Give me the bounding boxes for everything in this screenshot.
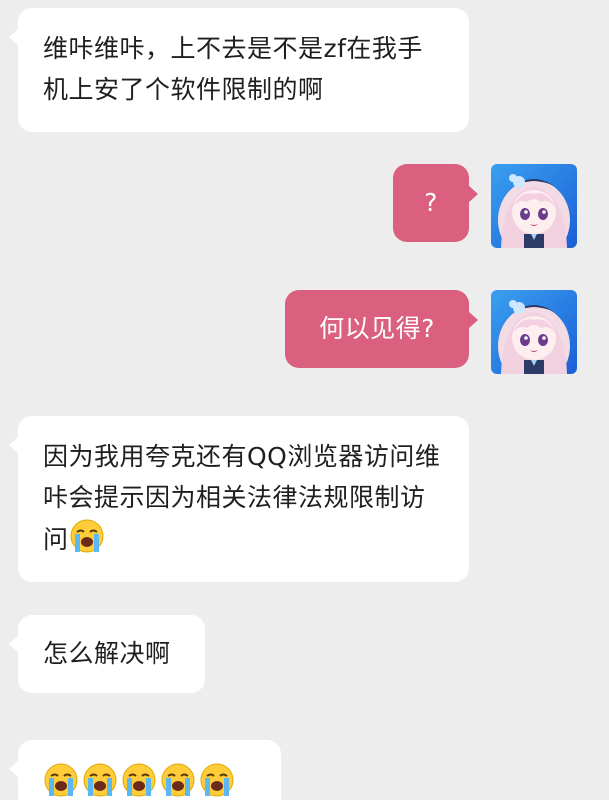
loudly-crying-face-icon (69, 518, 105, 554)
user-avatar[interactable] (491, 290, 577, 374)
anime-girl-avatar-icon (491, 164, 577, 248)
loudly-crying-face-icon (43, 762, 79, 798)
loudly-crying-face-icon (121, 762, 157, 798)
loudly-crying-face-icon (160, 762, 196, 798)
loudly-crying-face-icon (199, 762, 235, 798)
anime-girl-avatar-icon (491, 290, 577, 374)
message-bubble-outgoing[interactable]: ? (393, 164, 478, 242)
chat-view: 维咔维咔，上不去是不是zf在我手机上安了个软件限制的啊 ? 何以见得? 因为我用… (0, 0, 609, 800)
user-avatar[interactable] (491, 164, 577, 248)
message-bubble-incoming[interactable] (9, 740, 281, 800)
message-bubble-incoming[interactable]: 因为我用夸克还有QQ浏览器访问维咔会提示因为相关法律法规限制访问 (9, 416, 469, 582)
message-text: 何以见得? (319, 314, 435, 343)
message-text: 维咔维咔，上不去是不是zf在我手机上安了个软件限制的啊 (43, 34, 423, 104)
message-bubble-incoming[interactable]: 维咔维咔，上不去是不是zf在我手机上安了个软件限制的啊 (9, 8, 469, 132)
message-bubble-outgoing[interactable]: 何以见得? (285, 290, 478, 368)
message-text: ? (424, 188, 438, 217)
message-bubble-incoming[interactable]: 怎么解决啊 (9, 615, 205, 693)
loudly-crying-face-icon (82, 762, 118, 798)
message-text: 怎么解决啊 (43, 639, 171, 668)
